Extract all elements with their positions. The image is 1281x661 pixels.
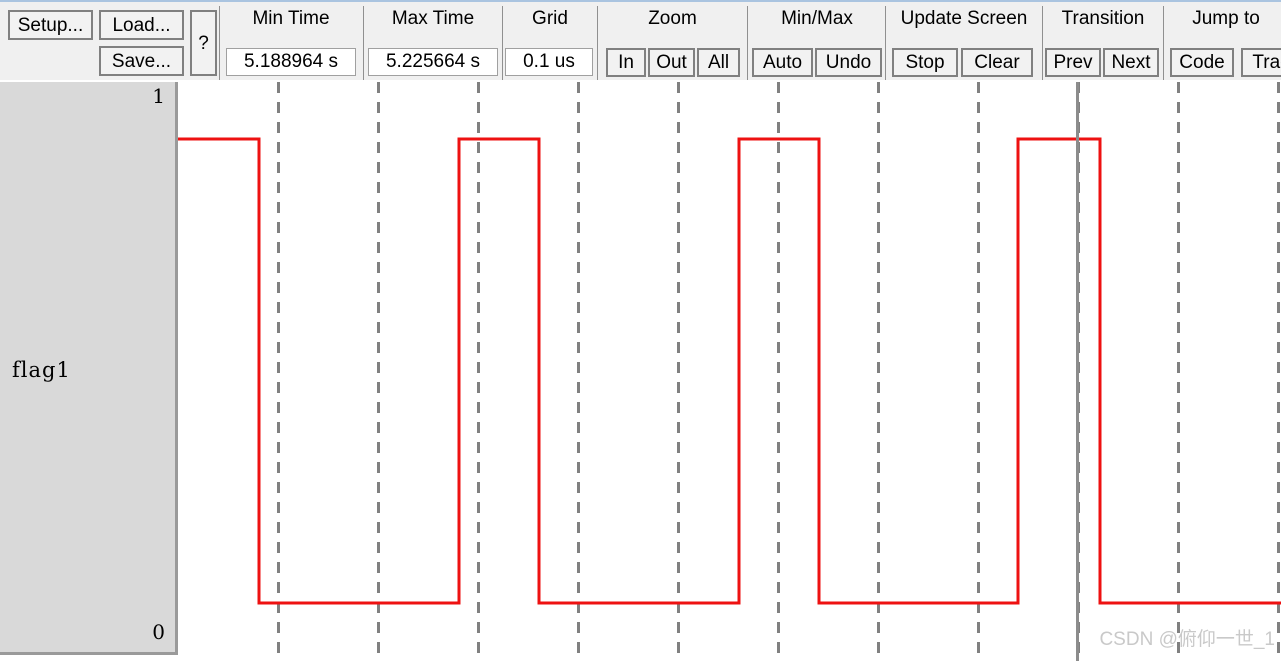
signal-label-panel[interactable]: 1 flag1 0 xyxy=(0,82,178,655)
toolbar-group-zoom: Zoom In Out All xyxy=(600,2,745,80)
grid-field[interactable]: 0.1 us xyxy=(505,48,593,76)
watermark-text: CSDN @俯仰一世_1 xyxy=(1099,629,1275,650)
toolbar-group-transition: Transition Prev Next xyxy=(1045,2,1161,80)
toolbar-separator xyxy=(597,6,598,80)
toolbar-group-jump-to: Jump to Code Trac xyxy=(1166,2,1281,80)
waveform-polyline xyxy=(178,137,1281,605)
waveform-trace xyxy=(178,137,1281,605)
axis-label-high: 1 xyxy=(152,84,165,108)
load-button[interactable]: Load... xyxy=(99,10,184,40)
min-time-field[interactable]: 5.188964 s xyxy=(226,48,356,76)
waveform-plot: 1 flag1 0 CSDN @俯仰一世_1 xyxy=(0,82,1281,661)
zoom-label: Zoom xyxy=(648,8,697,29)
toolbar-group-update-screen: Update Screen Stop Clear xyxy=(888,2,1040,80)
toolbar-group-max-time: Max Time 5.225664 s xyxy=(366,2,500,80)
jump-to-label: Jump to xyxy=(1192,8,1260,29)
toolbar: Setup... Load... Save... ? Min Time 5.18… xyxy=(0,0,1281,80)
jump-to-code-button[interactable]: Code xyxy=(1170,48,1234,77)
toolbar-separator xyxy=(747,6,748,80)
minmax-undo-button[interactable]: Undo xyxy=(815,48,882,77)
time-cursor[interactable] xyxy=(1076,82,1079,661)
min-time-label: Min Time xyxy=(252,8,330,29)
max-time-field[interactable]: 5.225664 s xyxy=(368,48,498,76)
zoom-all-button[interactable]: All xyxy=(697,48,740,77)
toolbar-group-grid: Grid 0.1 us xyxy=(505,2,595,80)
toolbar-separator xyxy=(1163,6,1164,80)
transition-prev-button[interactable]: Prev xyxy=(1045,48,1101,77)
setup-button[interactable]: Setup... xyxy=(8,10,93,40)
minmax-auto-button[interactable]: Auto xyxy=(752,48,813,77)
toolbar-separator xyxy=(502,6,503,80)
toolbar-group-min-time: Min Time 5.188964 s xyxy=(222,2,360,80)
toolbar-separator xyxy=(363,6,364,80)
help-button[interactable]: ? xyxy=(190,10,217,76)
axis-label-low: 0 xyxy=(152,620,165,644)
transition-label: Transition xyxy=(1061,8,1145,29)
toolbar-group-file: Setup... Load... Save... ? xyxy=(0,2,218,80)
minmax-label: Min/Max xyxy=(781,8,853,29)
toolbar-separator xyxy=(219,6,220,80)
update-screen-label: Update Screen xyxy=(900,8,1028,29)
transition-next-button[interactable]: Next xyxy=(1103,48,1159,77)
max-time-label: Max Time xyxy=(391,8,475,29)
toolbar-group-minmax: Min/Max Auto Undo xyxy=(750,2,884,80)
toolbar-separator xyxy=(885,6,886,80)
jump-to-trace-button[interactable]: Trac xyxy=(1241,48,1281,77)
grid-label: Grid xyxy=(532,8,568,29)
toolbar-separator xyxy=(1042,6,1043,80)
zoom-out-button[interactable]: Out xyxy=(648,48,695,77)
zoom-in-button[interactable]: In xyxy=(606,48,646,77)
update-clear-button[interactable]: Clear xyxy=(961,48,1033,77)
save-button[interactable]: Save... xyxy=(99,46,184,76)
update-stop-button[interactable]: Stop xyxy=(892,48,958,77)
waveform-canvas[interactable]: CSDN @俯仰一世_1 xyxy=(178,82,1281,661)
signal-name-label[interactable]: flag1 xyxy=(12,358,71,382)
